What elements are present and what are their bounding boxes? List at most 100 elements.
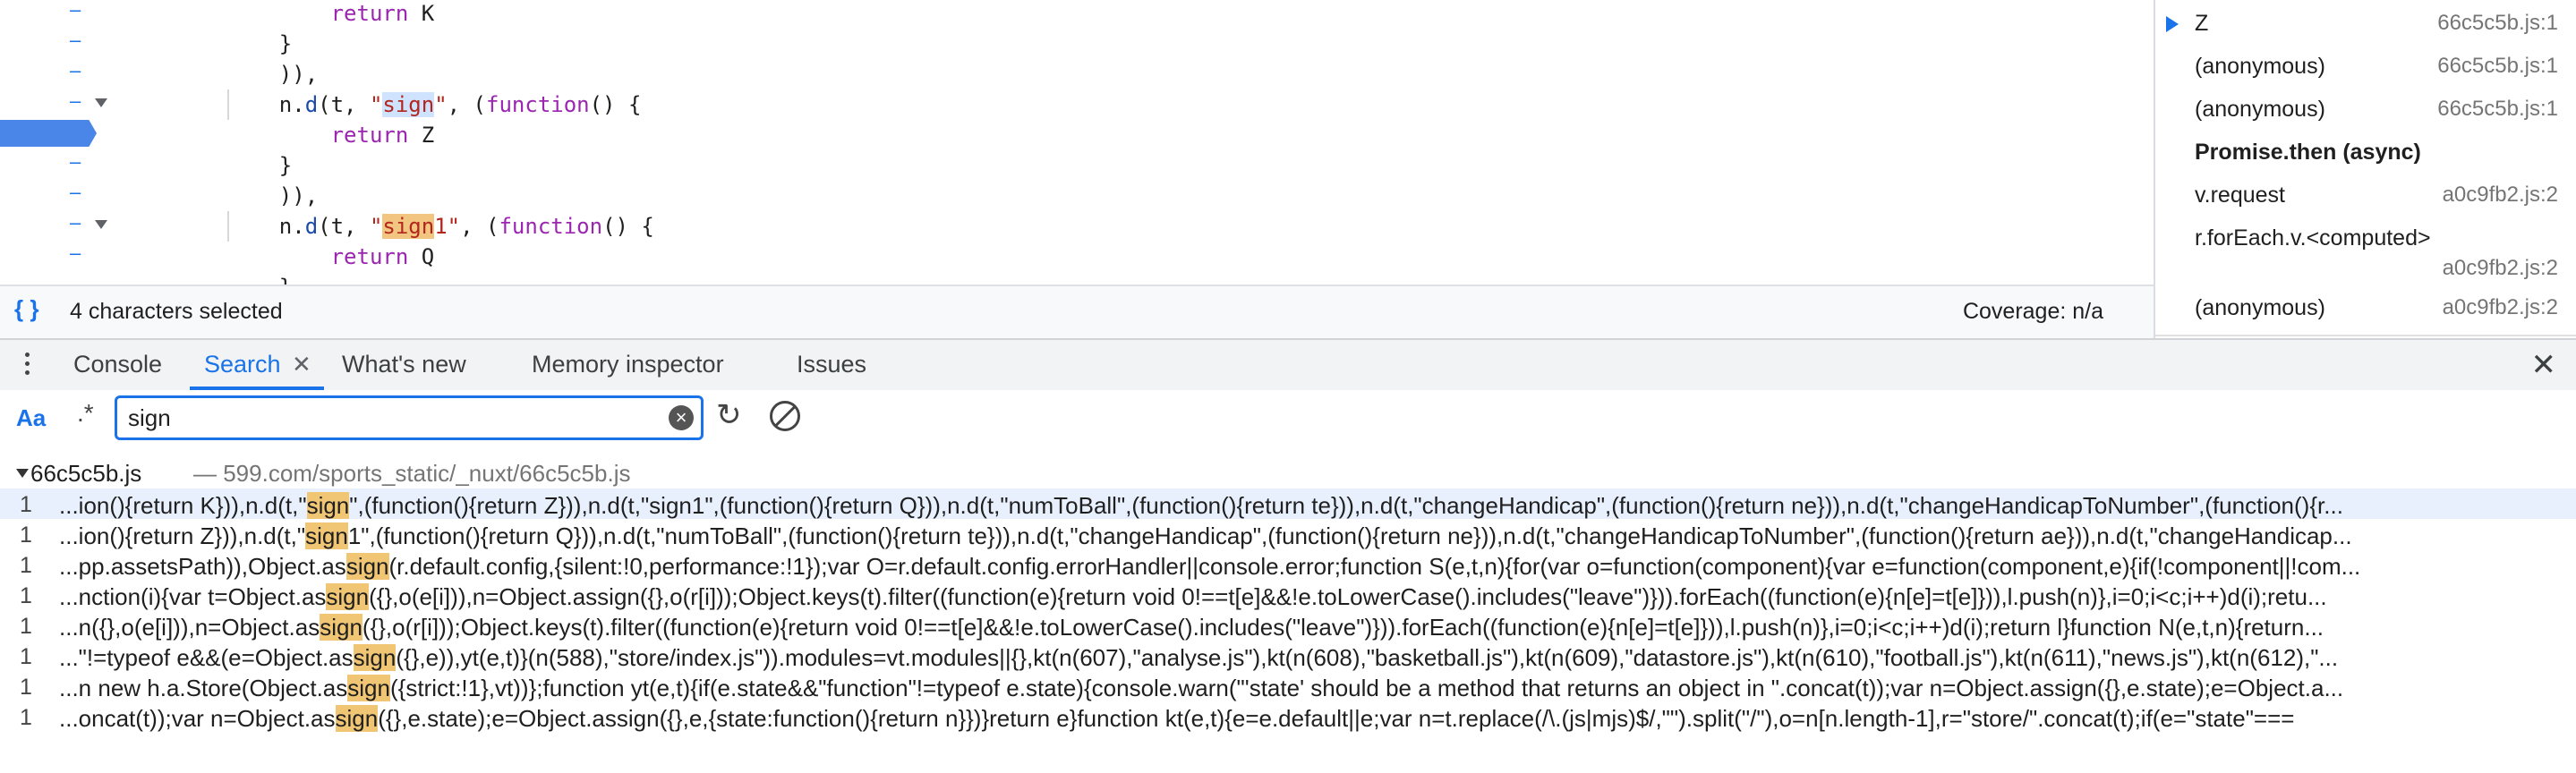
selection-status: 4 characters selected — [70, 299, 283, 324]
regex-toggle[interactable]: .* — [77, 399, 94, 428]
match-case-toggle[interactable]: Aa — [16, 404, 46, 432]
result-snippet: ...n({},o(e[i])),n=Object.assign({},o(r[… — [59, 614, 2324, 641]
call-stack-frame[interactable]: v.request a0c9fb2.js:2 — [2155, 177, 2576, 220]
fold-arrow-icon[interactable] — [95, 98, 107, 107]
search-results: 66c5c5b.js — 599.com/sports_static/_nuxt… — [0, 447, 2576, 773]
call-stack-frame[interactable]: (anonymous) 66c5c5b.js:1 — [2155, 48, 2576, 91]
search-result-row[interactable]: 1 ...pp.assetsPath)),Object.assign(r.defa… — [0, 549, 2576, 580]
call-stack-frame[interactable]: Z 66c5c5b.js:1 — [2155, 5, 2576, 48]
code-line[interactable]: – } — [0, 29, 2154, 59]
result-snippet: ...oncat(t));var n=Object.assign({},e.st… — [59, 705, 2295, 732]
tab-memory-inspector[interactable]: Memory inspector — [532, 351, 724, 378]
tab-issues[interactable]: Issues — [797, 351, 866, 378]
code-line[interactable]: – n.d(t, "sign", (function() { — [0, 89, 2154, 120]
code-line[interactable]: – return Q — [0, 242, 2154, 272]
code-text: return K — [330, 1, 435, 26]
line-marker-icon[interactable]: – — [70, 89, 82, 113]
code-line[interactable]: – n.d(t, "sign1", (function() { — [0, 211, 2154, 242]
result-snippet: ...n new h.a.Store(Object.assign({strict… — [59, 675, 2344, 701]
match-highlight: sign — [326, 583, 370, 610]
call-stack-frame[interactable]: (anonymous) 66c5c5b.js:1 — [2155, 91, 2576, 134]
search-result-row[interactable]: 1 ...ion(){return Z})),n.d(t,"sign1",(fun… — [0, 519, 2576, 549]
code-text: return Q — [330, 244, 435, 269]
refresh-icon[interactable]: ↻ — [716, 397, 742, 433]
call-stack-frame[interactable]: r.forEach.v.<computed> a0c9fb2.js:2 — [2155, 220, 2576, 290]
tab-whats-new[interactable]: What's new — [342, 351, 466, 378]
result-file-header[interactable]: 66c5c5b.js — 599.com/sports_static/_nuxt… — [0, 456, 2576, 487]
code-text: n.d(t, "sign", (function() { — [278, 92, 642, 117]
call-stack-frame[interactable]: (anonymous) a0c9fb2.js:2 — [2155, 290, 2576, 333]
tab-console[interactable]: Console — [73, 351, 162, 378]
line-marker-icon[interactable]: – — [70, 0, 82, 21]
search-result-row[interactable]: 1 ...nction(i){var t=Object.assign({},o(e… — [0, 580, 2576, 610]
code-text: )), — [278, 62, 319, 87]
frame-function-name: Z — [2195, 11, 2209, 36]
result-line-number: 1 — [20, 553, 32, 578]
frame-location-link[interactable]: a0c9fb2.js:2 — [2443, 183, 2558, 208]
search-result-row[interactable]: 1 ...n new h.a.Store(Object.assign({stric… — [0, 671, 2576, 701]
frame-location-link[interactable]: a0c9fb2.js:2 — [2443, 295, 2558, 320]
editor-status-bar: { } 4 characters selected Coverage: n/a — [0, 285, 2154, 340]
result-snippet: ...ion(){return Z})),n.d(t,"sign1",(func… — [59, 522, 2352, 549]
code-line[interactable]: – } — [0, 150, 2154, 181]
line-marker-icon[interactable]: – — [70, 150, 82, 174]
line-marker-icon[interactable]: – — [70, 59, 82, 82]
match-highlight: sign — [320, 614, 363, 641]
frame-function-name: (anonymous) — [2195, 97, 2325, 122]
search-result-row[interactable]: 1 ...oncat(t));var n=Object.assign({},e.s… — [0, 701, 2576, 732]
result-snippet: ..."!=typeof e&&(e=Object.assign({},e)),… — [59, 644, 2339, 671]
frame-function-name: (anonymous) — [2195, 295, 2325, 320]
search-result-row[interactable]: 1 ...ion(){return K})),n.d(t,"sign",(func… — [0, 488, 2576, 519]
match-highlight: sign — [345, 553, 389, 580]
search-result-row[interactable]: 1 ..."!=typeof e&&(e=Object.assign({},e))… — [0, 641, 2576, 671]
code-line[interactable]: – return K — [0, 0, 2154, 29]
tab-search[interactable]: Search — [204, 351, 281, 378]
code-line[interactable]: } — [0, 272, 2154, 285]
search-input[interactable] — [126, 402, 658, 434]
code-text: } — [227, 276, 292, 285]
line-marker-icon[interactable]: – — [70, 29, 82, 52]
close-drawer-icon[interactable]: ✕ — [2531, 347, 2557, 383]
line-marker-icon[interactable]: – — [70, 181, 82, 204]
call-stack-panel: Z 66c5c5b.js:1 (anonymous) 66c5c5b.js:1 (ano… — [2154, 0, 2576, 338]
code-text: return Z — [330, 123, 435, 148]
clear-results-icon[interactable] — [770, 401, 800, 431]
result-line-number: 1 — [20, 522, 32, 548]
clear-search-icon[interactable]: × — [669, 405, 694, 430]
frame-location-link[interactable]: a0c9fb2.js:2 — [2443, 256, 2558, 281]
call-stack-frame[interactable]: Promise.then (async) — [2155, 134, 2576, 177]
result-line-number: 1 — [20, 705, 32, 730]
frame-function-name: (anonymous) — [2195, 54, 2325, 79]
code-line[interactable]: return Z — [0, 120, 2154, 150]
more-options-icon[interactable] — [25, 353, 30, 379]
frame-location-link[interactable]: 66c5c5b.js:1 — [2437, 54, 2558, 79]
result-snippet: ...nction(i){var t=Object.assign({},o(e[… — [59, 583, 2327, 610]
code-text: } — [278, 31, 293, 56]
fold-arrow-icon[interactable] — [95, 220, 107, 229]
search-field[interactable]: × — [115, 395, 704, 440]
code-text: )), — [278, 183, 319, 208]
code-line[interactable]: – )), — [0, 181, 2154, 211]
expand-triangle-icon[interactable] — [16, 469, 29, 478]
match-highlight: sign — [353, 644, 397, 671]
drawer-tab-bar: Console Search ✕ What's new Memory inspe… — [0, 338, 2576, 394]
search-result-row[interactable]: 1 ...n({},o(e[i])),n=Object.assign({},o(r… — [0, 610, 2576, 641]
line-marker-icon[interactable]: – — [70, 211, 82, 234]
code-line[interactable]: – )), — [0, 59, 2154, 89]
pretty-print-icon[interactable]: { } — [14, 295, 38, 323]
result-file-path: — 599.com/sports_static/_nuxt/66c5c5b.js — [193, 460, 631, 487]
frame-location-link[interactable]: 66c5c5b.js:1 — [2437, 97, 2558, 122]
match-highlight: sign — [347, 675, 390, 701]
result-line-number: 1 — [20, 675, 32, 700]
code-editor[interactable]: – return K – } – )), – n.d(t, "sign", (func… — [0, 0, 2154, 285]
line-marker-icon[interactable]: – — [70, 242, 82, 265]
close-search-tab-icon[interactable]: ✕ — [292, 351, 311, 378]
match-highlight: sign — [335, 705, 379, 732]
code-text: } — [278, 153, 293, 178]
result-line-number: 1 — [20, 492, 32, 517]
search-toolbar: Aa .* × ↻ — [0, 390, 2576, 449]
result-file-name: 66c5c5b.js — [30, 460, 142, 487]
frame-location-link[interactable]: 66c5c5b.js:1 — [2437, 11, 2558, 36]
result-line-number: 1 — [20, 614, 32, 639]
coverage-status: Coverage: n/a — [1962, 299, 2103, 324]
